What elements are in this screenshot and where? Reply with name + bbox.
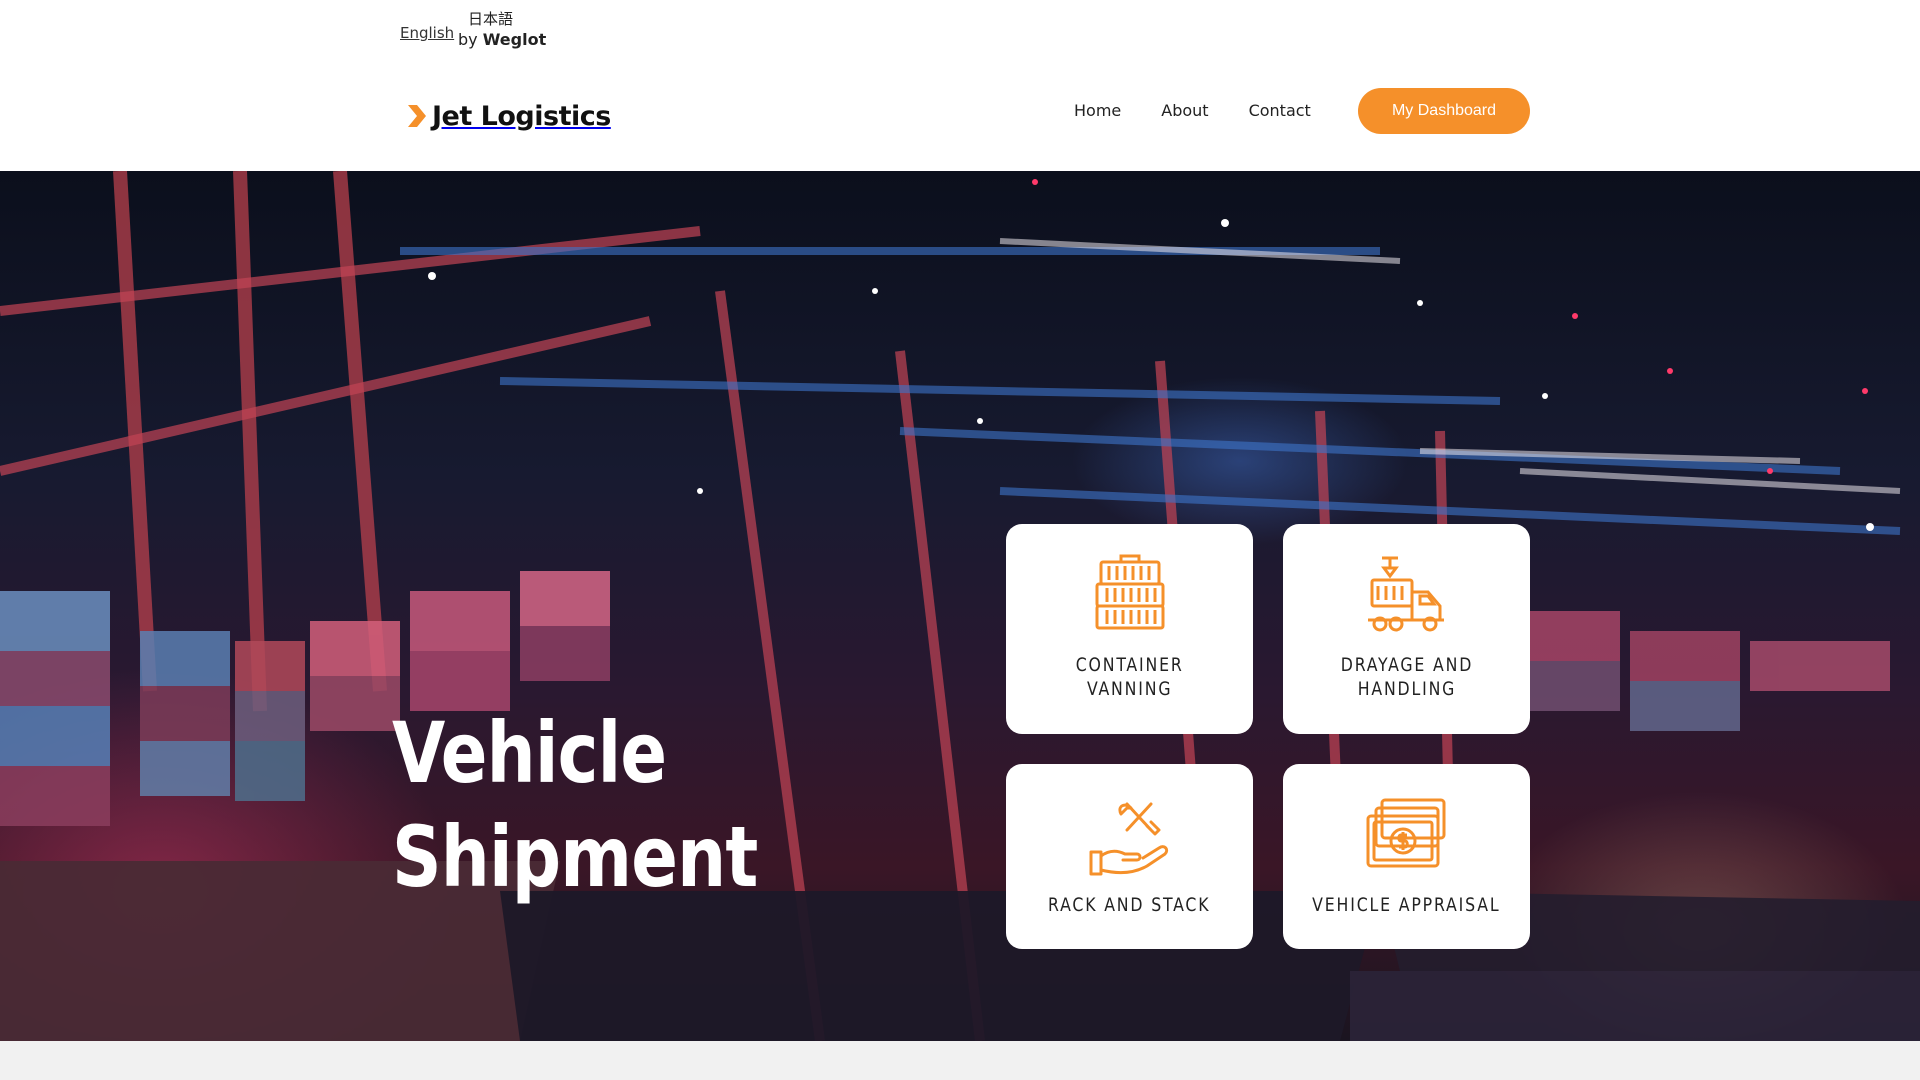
- service-label: DRAYAGE AND HANDLING: [1340, 653, 1472, 701]
- service-label: VEHICLE APPRAISAL: [1312, 894, 1501, 916]
- nav-home-link[interactable]: Home: [1074, 100, 1121, 122]
- service-card-rack-stack[interactable]: RACK AND STACK: [1006, 764, 1253, 949]
- site-logo[interactable]: Jet Logistics: [406, 96, 611, 136]
- service-label: RACK AND STACK: [1048, 894, 1211, 916]
- hero-title: Vehicle Shipment: [392, 701, 758, 909]
- hand-tools-icon: [1089, 802, 1168, 876]
- site-header: Jet Logistics Home About Contact My Dash…: [0, 60, 1920, 171]
- weglot-brand[interactable]: Weglot: [483, 30, 547, 49]
- port-background-image: [0, 171, 1920, 1041]
- main-nav: Home About Contact: [1074, 100, 1351, 122]
- next-section-band: [0, 1041, 1920, 1080]
- truck-crane-icon: [1367, 556, 1444, 632]
- language-english-link[interactable]: English: [400, 24, 454, 42]
- hero-title-line-2: Shipment: [392, 808, 758, 906]
- service-label: CONTAINER VANNING: [1076, 653, 1184, 701]
- my-dashboard-button[interactable]: My Dashboard: [1358, 88, 1530, 134]
- nav-contact-link[interactable]: Contact: [1249, 100, 1311, 122]
- nav-about-link[interactable]: About: [1161, 100, 1208, 122]
- logo-text: Jet Logistics: [432, 100, 611, 132]
- language-japanese-link[interactable]: 日本語: [468, 8, 513, 29]
- weglot-credit-prefix: by: [458, 30, 478, 49]
- service-label-line-1: DRAYAGE AND: [1340, 654, 1473, 676]
- service-card-drayage-handling[interactable]: DRAYAGE AND HANDLING: [1283, 524, 1530, 734]
- service-label-line-1: CONTAINER: [1075, 654, 1184, 676]
- weglot-credit: by Weglot: [458, 30, 546, 49]
- hero-title-line-1: Vehicle: [392, 704, 667, 802]
- service-label-line-2: HANDLING: [1357, 678, 1456, 700]
- money-icon: [1366, 798, 1445, 868]
- hero-section: Vehicle Shipment: [0, 171, 1920, 1041]
- language-switcher: English 日本語 by Weglot: [398, 8, 548, 52]
- container-icon: [1095, 554, 1164, 630]
- service-label-line-2: VANNING: [1086, 678, 1173, 700]
- logo-chevron-icon: [408, 105, 426, 127]
- service-card-container-vanning[interactable]: CONTAINER VANNING: [1006, 524, 1253, 734]
- service-card-vehicle-appraisal[interactable]: VEHICLE APPRAISAL: [1283, 764, 1530, 949]
